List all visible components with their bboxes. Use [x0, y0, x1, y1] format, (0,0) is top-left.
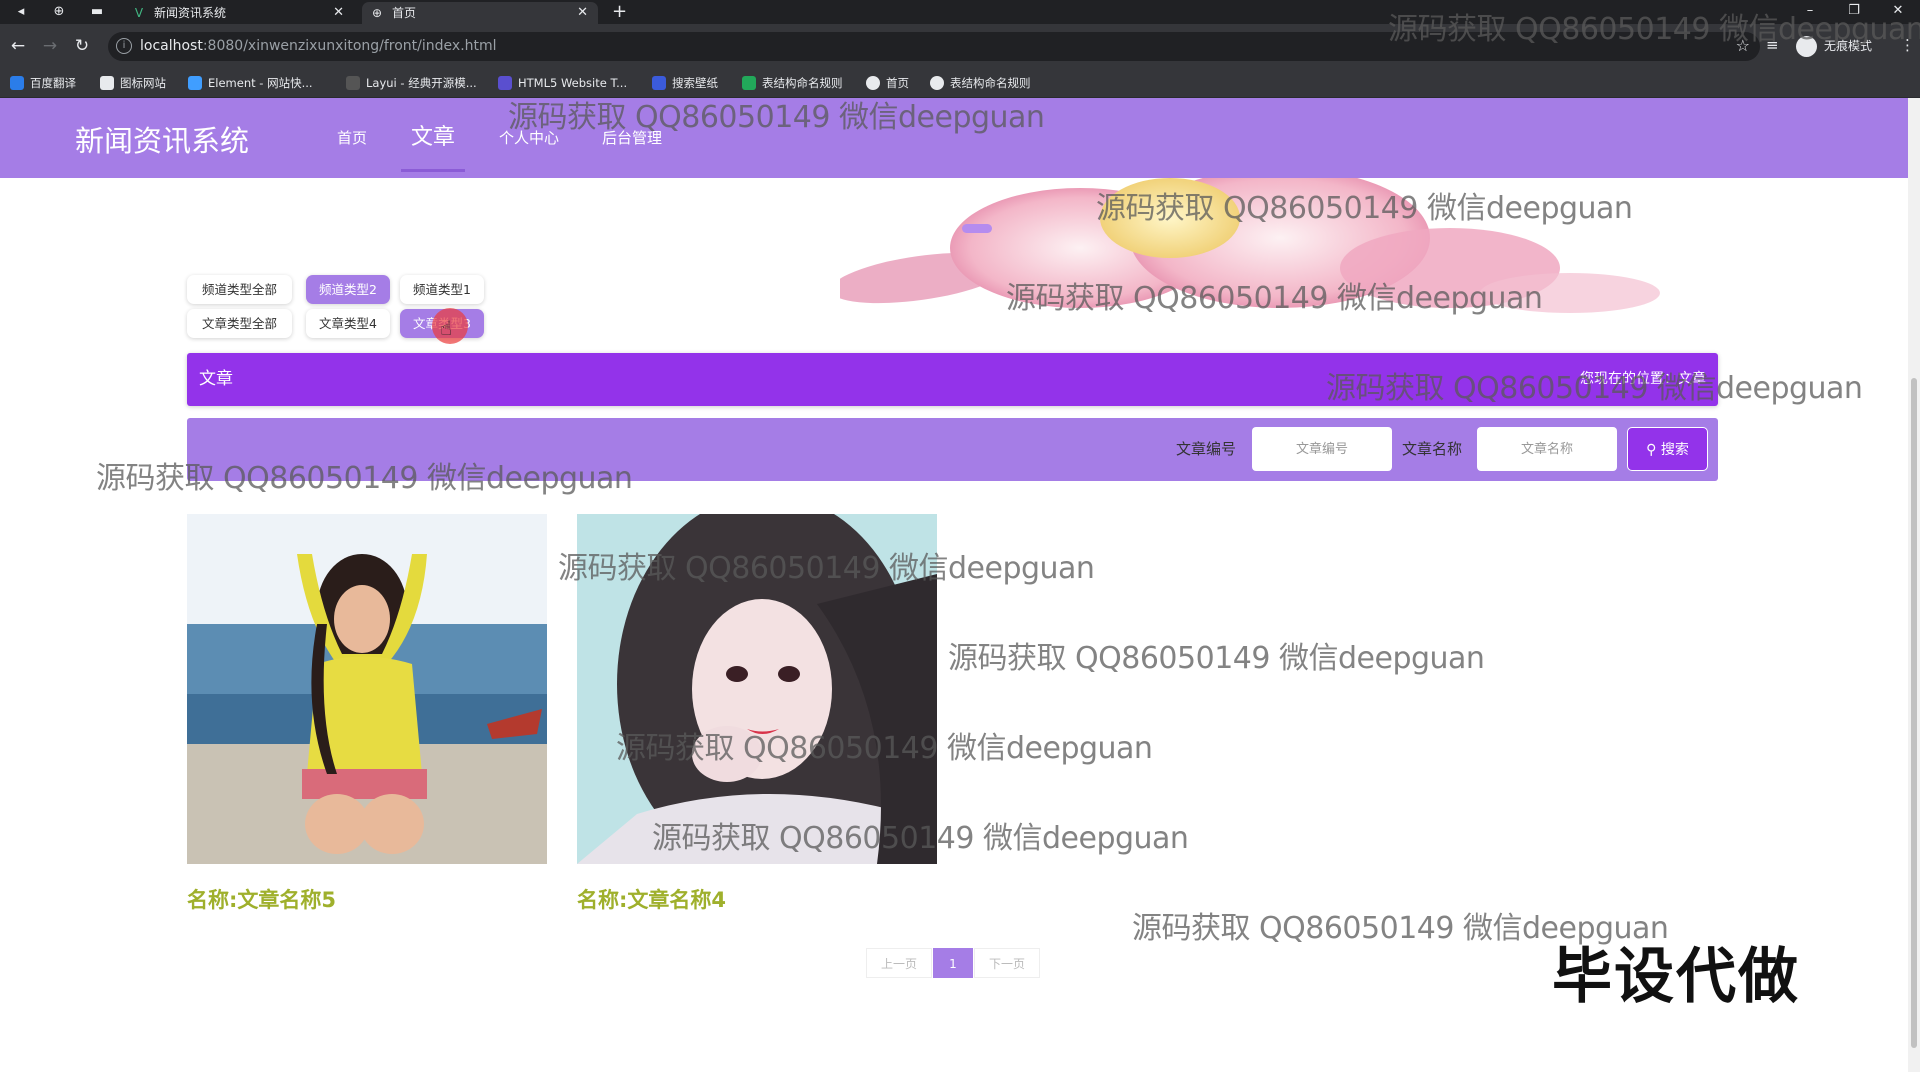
- article-id-input[interactable]: [1252, 427, 1392, 471]
- watermark-text: 源码获取 QQ86050149 微信deepguan: [616, 731, 1153, 766]
- bookmark-item[interactable]: Layui - 经典开源模...: [346, 68, 477, 98]
- translate-icon: [10, 76, 24, 90]
- watermark-text: 源码获取 QQ86050149 微信deepguan: [1388, 12, 1920, 47]
- url-text[interactable]: localhost:8080/xinwenzixunxitong/front/i…: [140, 32, 497, 61]
- filter-channel-2[interactable]: 频道类型2: [306, 275, 390, 304]
- tab-news-system[interactable]: V 新闻资讯系统 ✕: [124, 2, 354, 24]
- watermark-text: 源码获取 QQ86050149 微信deepguan: [558, 551, 1095, 586]
- close-icon[interactable]: ✕: [333, 2, 344, 24]
- bookmark-item[interactable]: 图标网站: [100, 68, 166, 98]
- article-name[interactable]: 名称:文章名称4: [577, 884, 726, 914]
- section-title: 文章: [199, 369, 233, 389]
- vue-icon: V: [134, 6, 144, 20]
- tab-title: 新闻资讯系统: [154, 6, 227, 20]
- tab-title: 首页: [392, 6, 417, 20]
- reload-icon[interactable]: ↻: [71, 35, 93, 57]
- filter-article-all[interactable]: 文章类型全部: [187, 309, 292, 338]
- speaker-icon[interactable]: ◂: [12, 3, 30, 21]
- forward-icon[interactable]: →: [39, 35, 61, 57]
- info-icon[interactable]: i: [116, 38, 132, 54]
- article-name-input[interactable]: [1477, 427, 1617, 471]
- flag-icon: [100, 76, 114, 90]
- layui-icon: [346, 76, 360, 90]
- pagination-next[interactable]: 下一页: [974, 948, 1040, 978]
- wallpaper-icon: [652, 76, 666, 90]
- watermark-text: 源码获取 QQ86050149 微信deepguan: [1096, 191, 1633, 226]
- close-icon[interactable]: ✕: [577, 2, 588, 24]
- nav-home[interactable]: 首页: [337, 98, 367, 178]
- element-icon: [188, 76, 202, 90]
- globe-icon[interactable]: ⊕: [50, 3, 68, 21]
- globe-icon: ⊕: [371, 6, 383, 20]
- tab-home[interactable]: ⊕ 首页 ✕: [362, 2, 598, 24]
- article-name-label: 文章名称: [1402, 440, 1463, 458]
- new-tab-icon[interactable]: +: [612, 1, 627, 23]
- watermark-text: 源码获取 QQ86050149 微信deepguan: [508, 100, 1045, 135]
- site-logo[interactable]: 新闻资讯系统: [75, 118, 249, 160]
- article-image[interactable]: [187, 514, 547, 864]
- search-icon: ⚲: [1646, 442, 1661, 458]
- pagination-prev[interactable]: 上一页: [866, 948, 932, 978]
- article-name[interactable]: 名称:文章名称5: [187, 884, 336, 914]
- bookmark-item[interactable]: 百度翻译: [10, 68, 76, 98]
- filter-article-4[interactable]: 文章类型4: [306, 309, 390, 338]
- watermark-text: 源码获取 QQ86050149 微信deepguan: [652, 821, 1189, 856]
- window-icon[interactable]: ▬: [88, 3, 106, 21]
- nav-articles[interactable]: 文章: [400, 98, 466, 178]
- filter-channel-1[interactable]: 频道类型1: [400, 275, 484, 304]
- search-button[interactable]: ⚲ 搜索: [1627, 427, 1708, 471]
- back-icon[interactable]: ←: [7, 35, 29, 57]
- page-scrollbar[interactable]: [1908, 98, 1920, 1072]
- watermark-text: 源码获取 QQ86050149 微信deepguan: [96, 461, 633, 496]
- carousel-dot[interactable]: [906, 224, 928, 233]
- html5-icon: [498, 76, 512, 90]
- carousel-dot-active[interactable]: [962, 224, 992, 233]
- hand-cursor-icon: ☝: [440, 316, 453, 340]
- filter-channel-all[interactable]: 频道类型全部: [187, 275, 292, 304]
- carousel-dot[interactable]: [934, 224, 956, 233]
- pagination-page-1[interactable]: 1: [933, 948, 973, 978]
- watermark-text: 源码获取 QQ86050149 微信deepguan: [1006, 281, 1543, 316]
- article-id-label: 文章编号: [1176, 440, 1237, 458]
- big-watermark: 毕设代做: [1552, 942, 1800, 1012]
- globe-icon: [930, 76, 944, 90]
- sheet-icon: [742, 76, 756, 90]
- watermark-text: 源码获取 QQ86050149 微信deepguan: [1326, 371, 1863, 406]
- scrollbar-thumb[interactable]: [1911, 378, 1917, 1048]
- watermark-text: 源码获取 QQ86050149 微信deepguan: [948, 641, 1485, 676]
- globe-icon: [866, 76, 880, 90]
- bookmark-item[interactable]: Element - 网站快...: [188, 68, 313, 98]
